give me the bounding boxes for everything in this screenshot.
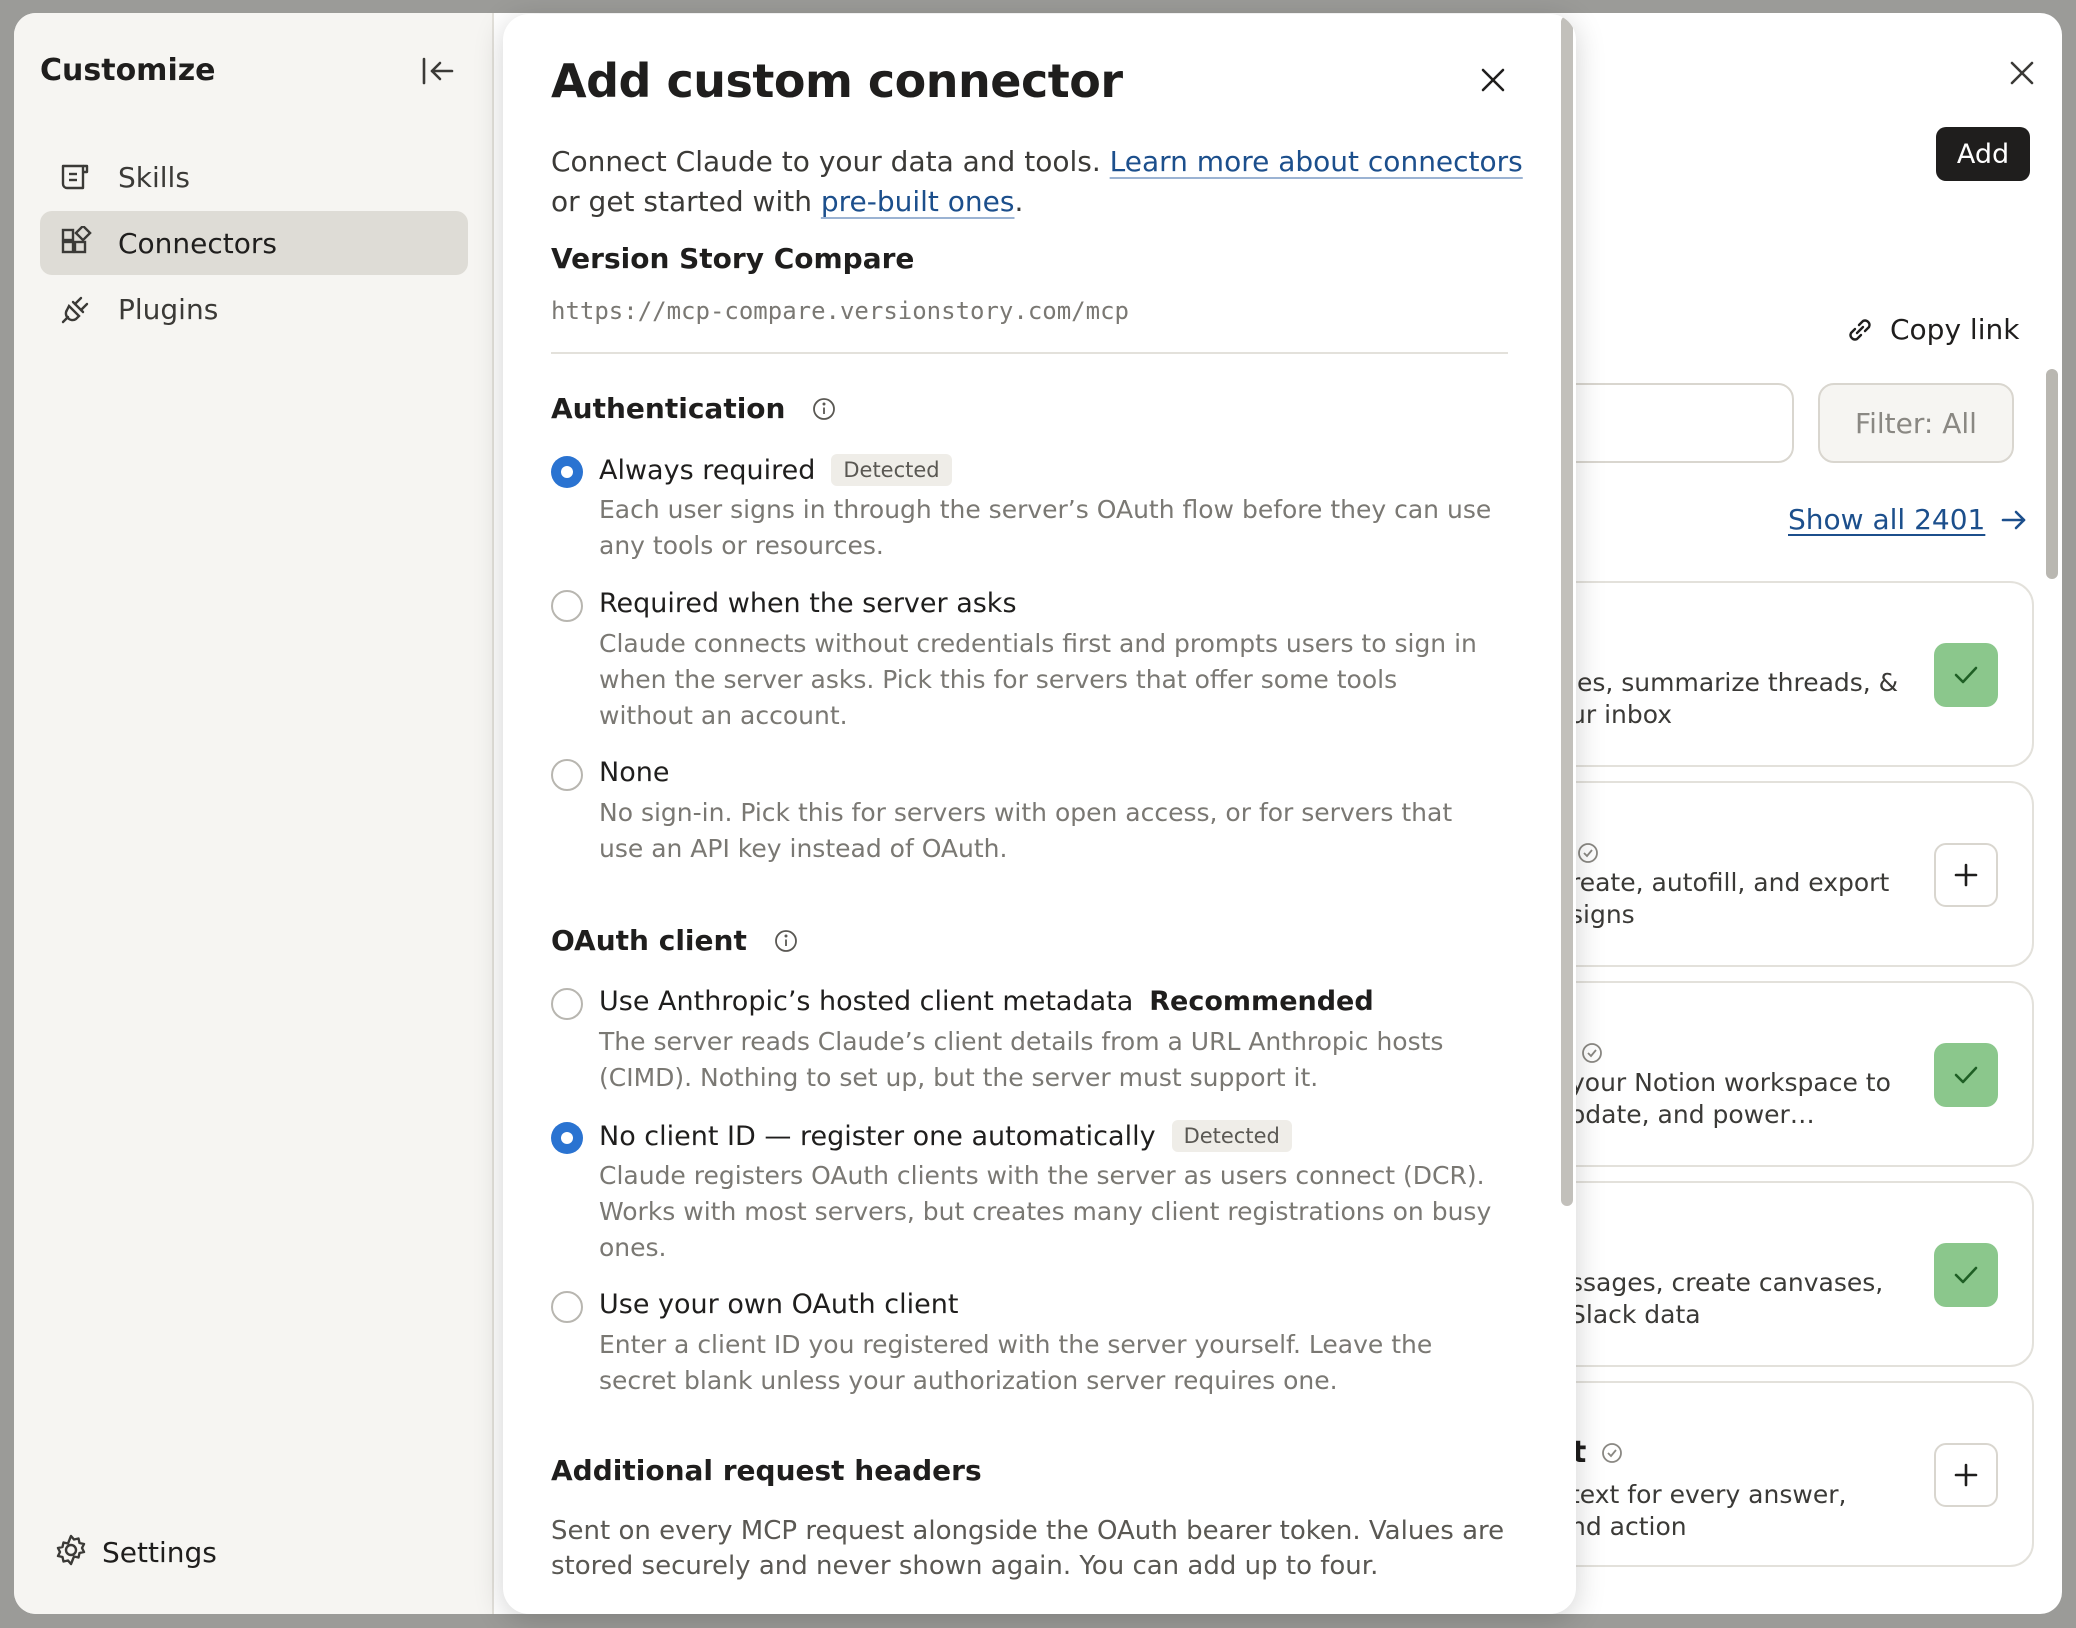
option-label-text: Use your own OAuth client bbox=[599, 1289, 959, 1320]
connected-toggle[interactable] bbox=[1934, 1243, 1998, 1307]
option-label-text: Always required bbox=[599, 454, 816, 486]
plus-icon bbox=[1954, 1463, 1978, 1487]
radio-button[interactable] bbox=[551, 988, 583, 1020]
option-description: The server reads Claude’s client details… bbox=[599, 1027, 1444, 1092]
connector-description: ies, summarize threads, & ur inbox bbox=[1570, 668, 1899, 729]
check-icon bbox=[1954, 1266, 1978, 1284]
option-label: Use your own OAuth client bbox=[599, 1289, 958, 1320]
option-label-text: Use Anthropic’s hosted client metadata bbox=[599, 986, 1134, 1017]
sidebar-title: Customize bbox=[40, 53, 216, 88]
intro-text: Connect Claude to your data and tools. bbox=[551, 145, 1110, 178]
settings-label: Settings bbox=[102, 1535, 217, 1569]
copy-link-label: Copy link bbox=[1890, 313, 2020, 346]
verified-icon bbox=[1576, 841, 1600, 869]
server-url: https://mcp-compare.versionstory.com/mcp bbox=[551, 297, 1129, 325]
option-label-text: Required when the server asks bbox=[599, 588, 1017, 619]
learn-more-link[interactable]: Learn more about connectors bbox=[1110, 145, 1523, 178]
radio-button[interactable] bbox=[551, 1291, 583, 1323]
info-icon[interactable] bbox=[773, 928, 799, 954]
radio-button[interactable] bbox=[551, 590, 583, 622]
request-headers-description: Sent on every MCP request alongside the … bbox=[551, 1516, 1505, 1581]
verified-icon bbox=[1580, 1041, 1604, 1069]
detected-badge: Detected bbox=[831, 454, 952, 486]
section-title: OAuth client bbox=[551, 924, 747, 957]
verified-icon bbox=[1600, 1441, 1624, 1469]
settings-link[interactable]: Settings bbox=[54, 1533, 217, 1571]
option-label: Required when the server asks bbox=[599, 588, 1017, 619]
detected-badge: Detected bbox=[1171, 1120, 1292, 1152]
connector-description: text for every answer, nd action bbox=[1570, 1480, 1847, 1541]
connected-toggle[interactable] bbox=[1934, 643, 1998, 707]
option-label: Always required Detected bbox=[599, 454, 952, 486]
connector-description: ssages, create canvases, Slack data bbox=[1570, 1268, 1884, 1329]
option-description: Each user signs in through the server’s … bbox=[599, 495, 1492, 560]
intro-text: or get started with bbox=[551, 185, 821, 218]
option-description: Claude registers OAuth clients with the … bbox=[599, 1161, 1492, 1262]
option-description: Enter a client ID you registered with th… bbox=[599, 1330, 1433, 1395]
show-all-link[interactable]: Show all 2401 bbox=[1788, 503, 2029, 536]
section-title: Additional request headers bbox=[551, 1454, 982, 1487]
option-label: Use Anthropic’s hosted client metadata R… bbox=[599, 986, 1374, 1017]
intro-text: . bbox=[1014, 185, 1024, 218]
pre-built-link[interactable]: pre-built ones bbox=[821, 185, 1015, 218]
scrollbar[interactable] bbox=[2046, 369, 2058, 579]
sidebar: Customize Skills Connectors Plugins Sett… bbox=[14, 13, 494, 1614]
skills-icon bbox=[58, 159, 94, 195]
radio-button[interactable] bbox=[551, 759, 583, 791]
add-button[interactable]: Add bbox=[1936, 127, 2030, 181]
filter-dropdown[interactable]: Filter: All bbox=[1818, 383, 2014, 463]
add-custom-connector-dialog: Add custom connector Connect Claude to y… bbox=[503, 14, 1576, 1614]
check-icon bbox=[1954, 1066, 1978, 1084]
option-description: Claude connects without credentials firs… bbox=[599, 629, 1477, 730]
sidebar-item-label: Connectors bbox=[118, 226, 278, 260]
connector-description: your Notion workspace to odate, and powe… bbox=[1570, 1068, 1891, 1129]
authentication-heading: Authentication bbox=[551, 392, 837, 425]
link-icon bbox=[1849, 318, 1871, 341]
sidebar-item-label: Skills bbox=[118, 160, 190, 194]
sidebar-item-label: Plugins bbox=[118, 292, 219, 326]
option-label-text: No client ID — register one automaticall… bbox=[599, 1120, 1156, 1152]
connectors-icon bbox=[58, 225, 94, 261]
sidebar-item-skills[interactable]: Skills bbox=[40, 145, 468, 209]
server-name: Version Story Compare bbox=[551, 242, 915, 275]
divider bbox=[551, 352, 1508, 354]
sidebar-item-connectors[interactable]: Connectors bbox=[40, 211, 468, 275]
request-headers-heading: Additional request headers bbox=[551, 1454, 982, 1487]
dialog-intro: Connect Claude to your data and tools. L… bbox=[551, 142, 1531, 222]
recommended-tag: Recommended bbox=[1149, 986, 1374, 1017]
show-all-label: Show all 2401 bbox=[1788, 503, 1986, 536]
option-label-text: None bbox=[599, 757, 670, 788]
option-label: None bbox=[599, 757, 669, 788]
connected-toggle[interactable] bbox=[1934, 1043, 1998, 1107]
option-label: No client ID — register one automaticall… bbox=[599, 1120, 1292, 1152]
dialog-title: Add custom connector bbox=[551, 54, 1123, 108]
option-description: No sign-in. Pick this for servers with o… bbox=[599, 798, 1453, 863]
radio-button[interactable] bbox=[551, 1122, 583, 1154]
modal-scrollbar[interactable] bbox=[1561, 16, 1573, 1206]
connector-description: reate, autofill, and export signs bbox=[1570, 868, 1890, 929]
collapse-sidebar-icon[interactable] bbox=[418, 51, 458, 91]
add-connector-button[interactable] bbox=[1934, 1443, 1998, 1507]
plugins-icon bbox=[58, 291, 94, 327]
info-icon[interactable] bbox=[811, 396, 837, 422]
oauth-client-heading: OAuth client bbox=[551, 924, 799, 957]
sidebar-item-plugins[interactable]: Plugins bbox=[40, 277, 468, 341]
arrow-right-icon bbox=[2002, 510, 2026, 529]
radio-button[interactable] bbox=[551, 456, 583, 488]
plus-icon bbox=[1954, 863, 1978, 887]
close-icon[interactable] bbox=[2002, 53, 2042, 93]
copy-link-button[interactable]: Copy link bbox=[1844, 313, 2019, 346]
add-connector-button[interactable] bbox=[1934, 843, 1998, 907]
section-title: Authentication bbox=[551, 392, 786, 425]
close-icon[interactable] bbox=[1473, 60, 1513, 100]
check-icon bbox=[1954, 666, 1978, 684]
gear-icon bbox=[54, 1533, 88, 1571]
